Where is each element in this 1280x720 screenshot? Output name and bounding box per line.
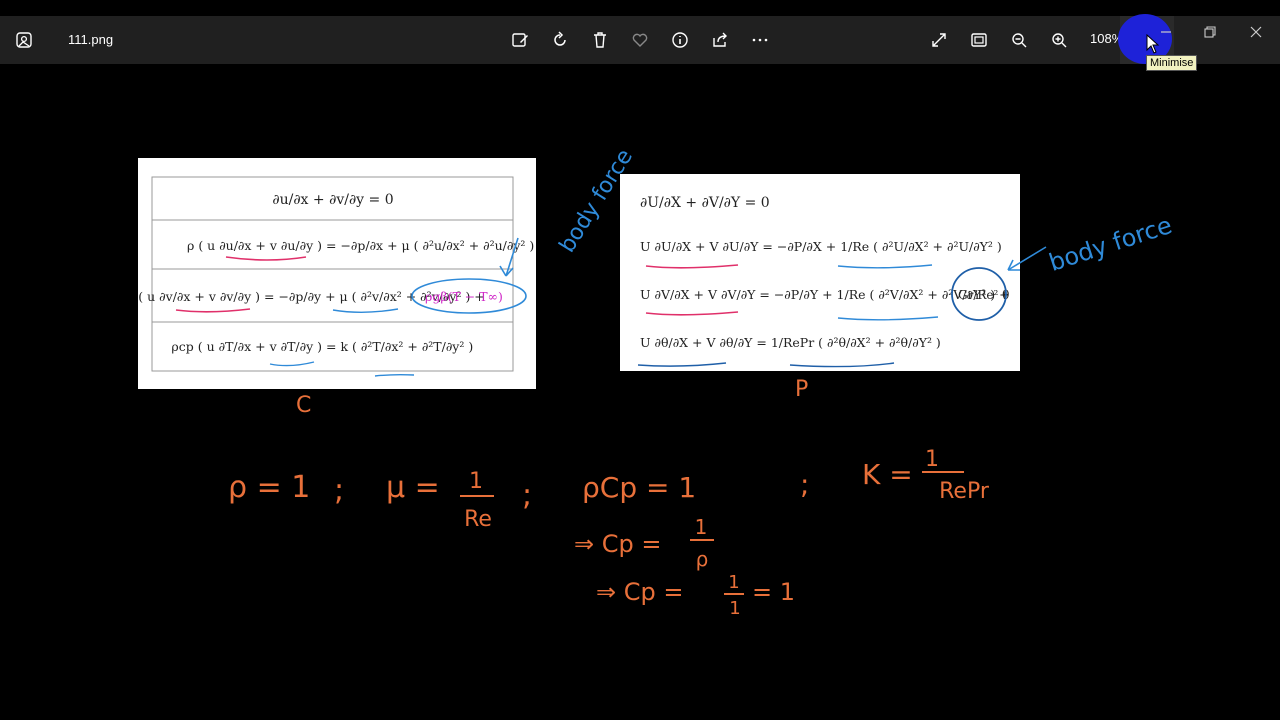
delete-icon[interactable] — [588, 28, 612, 52]
cp-step-1-numerator: 1 — [695, 515, 708, 539]
zoom-in-icon[interactable] — [1047, 28, 1071, 52]
fullscreen-icon[interactable] — [927, 28, 951, 52]
mu-numerator: 1 — [469, 469, 483, 494]
file-name: 111.png — [68, 32, 114, 47]
continuity-equation: ∂u/∂x + ∂v/∂y = 0 — [272, 192, 393, 208]
mouse-pointer-icon — [1146, 33, 1160, 54]
window-top-strip — [0, 0, 1280, 16]
cp-step-2-numerator: 1 — [728, 572, 739, 593]
cp-step-2-result: = 1 — [752, 578, 795, 606]
x-momentum-lhs: ρ ( u ∂u/∂x + v ∂u/∂y ) — [187, 238, 322, 253]
mu-lhs: μ = — [386, 470, 440, 505]
energy-rhs: = k ( ∂²T/∂x² + ∂²T/∂y² ) — [326, 339, 473, 354]
label-c: C — [296, 393, 311, 418]
k-numerator: 1 — [925, 447, 939, 472]
label-p: P — [795, 377, 808, 402]
cp-step-1-lhs: ⇒ Cp = — [574, 530, 661, 558]
rho-equals-one: ρ = 1 — [228, 470, 310, 505]
y-momentum-lhs: ρ ( u ∂v/∂x + v ∂v/∂y ) — [138, 289, 260, 304]
favorite-icon[interactable] — [628, 28, 652, 52]
nd-continuity-equation: ∂U/∂X + ∂V/∂Y = 0 — [640, 195, 770, 211]
minimise-tooltip: Minimise — [1146, 55, 1198, 71]
buoyancy-term: ρgβ(T − T∞) — [425, 289, 503, 304]
k-denominator: RePr — [939, 479, 990, 504]
close-icon[interactable] — [1246, 22, 1266, 42]
rho-cp-equals-one: ρCp = 1 — [582, 471, 696, 504]
x-momentum-rhs: = −∂p/∂x + μ ( ∂²u/∂x² + ∂²u/∂y² ) — [326, 238, 534, 253]
fit-window-icon[interactable] — [967, 28, 991, 52]
dimensional-equations-image: ∂u/∂x + ∂v/∂y = 0 ρ ( u ∂u/∂x + v ∂u/∂y … — [138, 158, 536, 389]
rotate-icon[interactable] — [548, 28, 572, 52]
cp-step-2-denominator: 1 — [729, 598, 740, 619]
photos-toolbar: 111.png 108% — [0, 16, 1280, 64]
nondimensional-equations-image: ∂U/∂X + ∂V/∂Y = 0 U ∂U/∂X + V ∂U/∂Y = −∂… — [620, 174, 1020, 371]
restore-icon[interactable] — [1200, 22, 1220, 42]
nd-x-momentum-equation: U ∂U/∂X + V ∂U/∂Y = −∂P/∂X + 1/Re ( ∂²U/… — [640, 239, 1002, 254]
cp-step-1-denominator: ρ — [696, 547, 709, 571]
nd-buoyancy-term: Gr/Re² θ — [958, 288, 1009, 302]
k-lhs: K = — [862, 458, 913, 491]
share-icon[interactable] — [708, 28, 732, 52]
mu-denominator: Re — [464, 507, 492, 532]
photos-app-icon[interactable] — [12, 28, 36, 52]
nd-energy-equation: U ∂θ/∂X + V ∂θ/∂Y = 1/RePr ( ∂²θ/∂X² + ∂… — [640, 335, 941, 350]
right-body-force-annotation: body force — [1046, 211, 1176, 277]
separator-3: ; — [800, 468, 809, 501]
separator-2: ; — [522, 478, 532, 513]
zoom-out-icon[interactable] — [1007, 28, 1031, 52]
separator-1: ; — [334, 473, 344, 508]
energy-lhs: ρcp ( u ∂T/∂x + v ∂T/∂y ) — [171, 339, 322, 354]
nd-y-momentum-equation: U ∂V/∂X + V ∂V/∂Y = −∂P/∂Y + 1/Re ( ∂²V/… — [640, 287, 1010, 302]
cp-step-2-lhs: ⇒ Cp = — [596, 578, 683, 606]
edit-image-icon[interactable] — [508, 28, 532, 52]
more-icon[interactable] — [748, 28, 772, 52]
info-icon[interactable] — [668, 28, 692, 52]
